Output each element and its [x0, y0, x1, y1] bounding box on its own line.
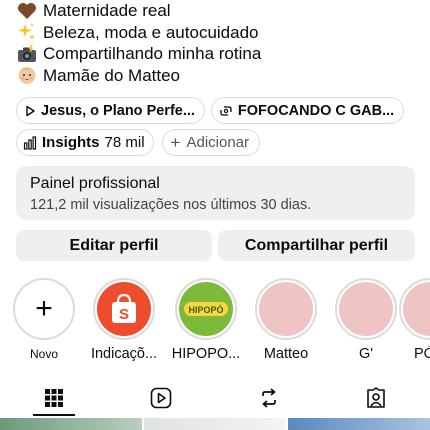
- tab-grid[interactable]: [0, 380, 108, 416]
- tab-tagged[interactable]: [323, 380, 430, 416]
- highlight-cover-ring[interactable]: [335, 278, 397, 340]
- highlight-label: G': [358, 346, 374, 362]
- post-thumbnail[interactable]: [288, 418, 430, 430]
- edit-profile-button[interactable]: Editar perfil: [16, 230, 212, 261]
- highlight-label: PÓ: [414, 346, 430, 362]
- profile-bio: Maternidade real Beleza, moda e autocuid…: [16, 0, 416, 86]
- highlight-cover: [259, 282, 313, 336]
- dashboard-title: Painel profissional: [30, 175, 160, 192]
- bio-line: Mamãe do Matteo: [16, 65, 416, 87]
- profile-content-tabs: [0, 380, 430, 416]
- highlight-cover: [339, 282, 393, 336]
- highlight-cover: [403, 282, 430, 336]
- highlight-item[interactable]: S Indicaçõ...: [84, 278, 164, 362]
- tab-reposts[interactable]: [215, 380, 323, 416]
- hipopo-logo-text: HIPOPÓ: [188, 304, 223, 315]
- music-link-label: Jesus, o Plano Perfe...: [41, 102, 195, 119]
- grid-icon: [44, 389, 63, 407]
- music-link-chip[interactable]: Jesus, o Plano Perfe...: [16, 97, 205, 124]
- bio-line: Beleza, moda e autocuidado: [16, 22, 416, 44]
- bio-text: Maternidade real: [43, 1, 171, 21]
- highlight-item[interactable]: G': [326, 278, 406, 362]
- bio-line: Maternidade real: [16, 0, 416, 22]
- svg-text:S: S: [119, 306, 129, 323]
- post-thumbnail[interactable]: [0, 418, 142, 430]
- repost-icon: [261, 388, 276, 408]
- bar-chart-icon: [23, 135, 37, 150]
- add-link-button[interactable]: + Adicionar: [161, 129, 261, 156]
- highlight-label: HIPOPO...: [171, 346, 241, 362]
- highlight-item[interactable]: Matteo: [246, 278, 326, 362]
- plus-icon: +: [170, 132, 181, 152]
- posts-grid: [0, 418, 430, 430]
- threads-link-label: FOFOCANDO C GAB...: [237, 102, 395, 119]
- highlight-cover-ring[interactable]: [255, 278, 317, 340]
- bio-text: Mamãe do Matteo: [43, 65, 181, 85]
- highlight-cover-ring[interactable]: S: [93, 278, 155, 340]
- insights-value: 78 mil: [104, 134, 145, 151]
- highlight-label: Indicaçõ...: [90, 346, 158, 362]
- insights-label: Insights: [42, 134, 100, 151]
- tagged-icon: [367, 387, 386, 408]
- story-highlights: + Novo S Indicaçõ... HIPOPÓ HIPOPO... Ma…: [0, 278, 430, 368]
- highlight-cover-ring[interactable]: HIPOPÓ: [175, 278, 237, 340]
- bio-text: Compartilhando minha rotina: [43, 44, 262, 64]
- insights-chip[interactable]: Insights 78 mil: [16, 129, 154, 156]
- bio-text: Beleza, moda e autocuidado: [43, 22, 259, 42]
- hipopo-logo-icon: HIPOPÓ: [179, 282, 233, 336]
- threads-link-chip[interactable]: FOFOCANDO C GAB...: [210, 97, 405, 124]
- highlight-item[interactable]: PÓ: [399, 278, 430, 362]
- post-thumbnail[interactable]: [144, 418, 286, 430]
- camera-flash-icon: [16, 44, 38, 64]
- share-profile-button[interactable]: Compartilhar perfil: [218, 230, 415, 261]
- highlight-label: Matteo: [263, 346, 309, 362]
- profile-actions: Editar perfil Compartilhar perfil: [16, 230, 415, 261]
- dashboard-subtitle: 121,2 mil visualizações nos últimos 30 d…: [30, 197, 312, 213]
- professional-dashboard[interactable]: Painel profissional 121,2 mil visualizaç…: [16, 166, 415, 220]
- insights-row: Insights 78 mil + Adicionar: [16, 129, 261, 156]
- new-highlight[interactable]: + Novo: [4, 278, 84, 361]
- bio-line: Compartilhando minha rotina: [16, 43, 416, 65]
- brown-heart-icon: [16, 1, 38, 21]
- shopee-icon: S: [97, 282, 151, 336]
- baby-icon: [16, 65, 38, 85]
- tab-reels[interactable]: [108, 380, 216, 416]
- reels-icon: [150, 387, 172, 409]
- play-icon: [26, 105, 35, 116]
- highlight-item[interactable]: HIPOPÓ HIPOPO...: [166, 278, 246, 362]
- highlight-label: Novo: [29, 347, 58, 361]
- threads-icon: [220, 105, 232, 116]
- profile-links: Jesus, o Plano Perfe... FOFOCANDO C GAB.…: [16, 97, 405, 124]
- add-link-label: Adicionar: [186, 134, 250, 151]
- new-highlight-circle[interactable]: +: [13, 278, 75, 340]
- highlight-cover-ring[interactable]: [399, 278, 430, 340]
- plus-icon: +: [35, 292, 53, 325]
- sparkles-icon: [16, 22, 38, 42]
